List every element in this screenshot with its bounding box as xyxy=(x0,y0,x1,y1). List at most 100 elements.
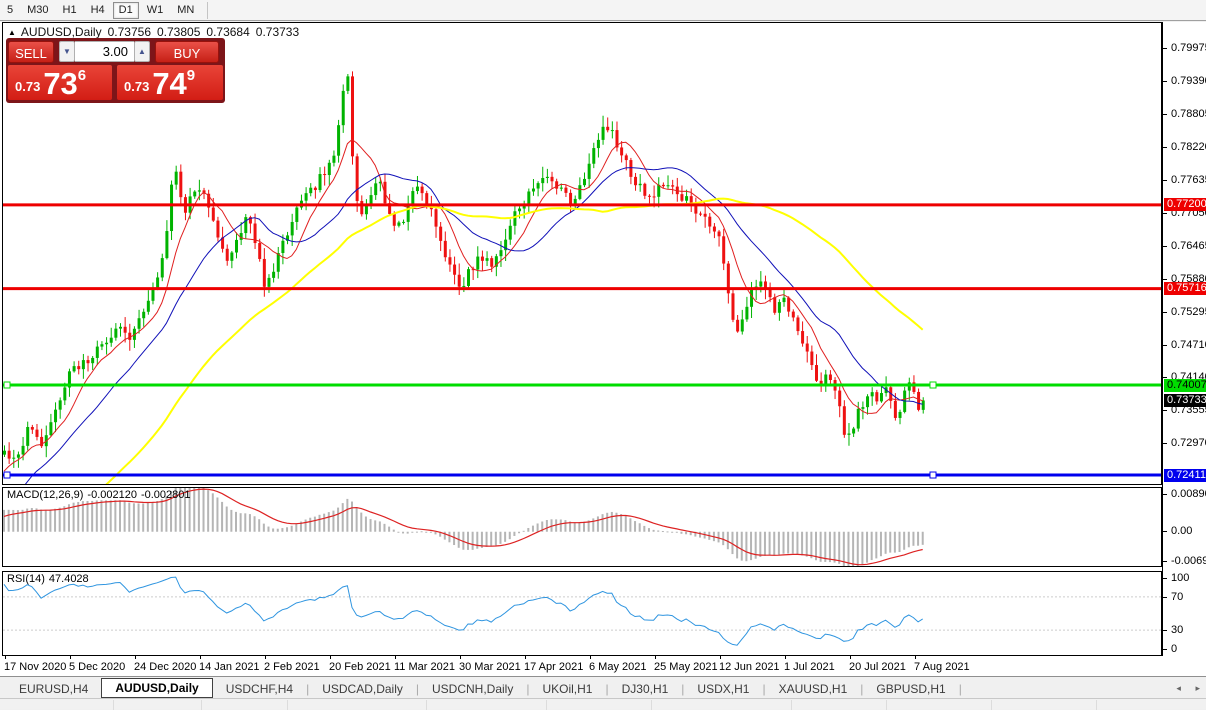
price-axis-label: 0.75295 xyxy=(1171,306,1206,318)
rsi-label: RSI(14) 47.4028 xyxy=(7,573,93,585)
tab-usdcnh-daily[interactable]: USDCNH,Daily xyxy=(419,680,526,698)
price-axis-label: 0.76465 xyxy=(1171,240,1206,252)
price-axis-label: 0.79975 xyxy=(1171,42,1206,54)
timeframe-button-mn[interactable]: MN xyxy=(171,2,200,19)
timeframe-toolbar: 5 M30 H1 H4 D1 W1 MN xyxy=(0,0,1206,21)
time-axis-tick xyxy=(655,656,656,659)
one-click-trading-panel: SELL ▼ ▲ BUY 0.73 73 6 0.73 74 9 xyxy=(6,38,225,103)
buy-price-tile[interactable]: 0.73 74 9 xyxy=(117,65,223,100)
time-axis-label: 14 Jan 2021 xyxy=(199,661,260,673)
volume-input[interactable] xyxy=(75,41,134,62)
tab-usdchf-h4[interactable]: USDCHF,H4 xyxy=(213,680,306,698)
time-axis-label: 6 May 2021 xyxy=(589,661,647,673)
macd-value-main: -0.002120 xyxy=(87,489,137,501)
tab-xauusd-h1[interactable]: XAUUSD,H1 xyxy=(766,680,861,698)
time-axis: 17 Nov 2020 5 Dec 2020 24 Dec 2020 14 Jan 2… xyxy=(0,656,1162,676)
timeframe-button-m30[interactable]: M30 xyxy=(21,2,54,19)
rsi-axis-label: 30 xyxy=(1171,624,1184,636)
price-axis-tick xyxy=(1163,377,1167,378)
timeframe-button-h1[interactable]: H1 xyxy=(57,2,83,19)
macd-value-signal: -0.002801 xyxy=(140,489,191,501)
chart-close-value: 0.73733 xyxy=(255,25,300,39)
macd-name: MACD(12,26,9) xyxy=(7,489,84,501)
sell-button[interactable]: SELL xyxy=(8,40,54,63)
volume-increase-button[interactable]: ▲ xyxy=(134,41,150,62)
time-axis-label: 25 May 2021 xyxy=(654,661,718,673)
time-axis-label: 12 Jun 2021 xyxy=(719,661,780,673)
time-axis-label: 30 Mar 2021 xyxy=(459,661,521,673)
price-axis-tick xyxy=(1163,114,1167,115)
timeframe-button-d1[interactable]: D1 xyxy=(112,1,139,19)
rsi-axis-tick xyxy=(1163,597,1167,598)
sell-price-prefix: 0.73 xyxy=(15,79,41,94)
time-axis-tick xyxy=(395,656,396,659)
timeframe-button-5[interactable]: 5 xyxy=(1,2,19,19)
time-axis-label: 20 Feb 2021 xyxy=(329,661,391,673)
macd-axis-label: 0.008903 xyxy=(1171,488,1206,500)
tab-scroll-buttons: ◂ ▸ xyxy=(1164,683,1200,694)
toolbar-separator xyxy=(207,1,209,19)
price-axis-label: 0.72970 xyxy=(1171,437,1206,449)
time-axis-tick xyxy=(70,656,71,659)
tab-eurusd-h4[interactable]: EURUSD,H4 xyxy=(6,680,101,698)
sell-price-tile[interactable]: 0.73 73 6 xyxy=(8,65,112,100)
time-axis-label: 24 Dec 2020 xyxy=(134,661,197,673)
time-axis-tick xyxy=(265,656,266,659)
status-bar xyxy=(0,698,1206,710)
time-axis-label: 5 Dec 2020 xyxy=(69,661,126,673)
price-level-badge: 0.77200 xyxy=(1164,198,1206,211)
one-click-collapse-icon[interactable]: ▲ xyxy=(8,28,16,37)
price-axis-tick xyxy=(1163,312,1167,313)
tab-scroll-left-icon[interactable]: ◂ xyxy=(1176,683,1181,693)
buy-price-pip: 9 xyxy=(186,67,196,84)
chart-open-value: 0.73756 xyxy=(107,25,151,39)
price-axis-tick xyxy=(1163,246,1167,247)
timeframe-button-h4[interactable]: H4 xyxy=(85,2,111,19)
rsi-axis-tick xyxy=(1163,578,1167,579)
price-axis-label: 0.77635 xyxy=(1171,174,1206,186)
tab-usdcad-daily[interactable]: USDCAD,Daily xyxy=(309,680,416,698)
time-axis-label: 17 Nov 2020 xyxy=(4,661,67,673)
rsi-axis-label: 0 xyxy=(1171,643,1178,655)
one-click-price-row: 0.73 73 6 0.73 74 9 xyxy=(8,65,223,100)
chart-high-value: 0.73805 xyxy=(157,25,201,39)
one-click-top-row: SELL ▼ ▲ BUY xyxy=(8,40,223,63)
timeframe-buttons: 5 M30 H1 H4 D1 W1 MN xyxy=(0,1,201,19)
time-axis-tick xyxy=(200,656,201,659)
macd-axis-tick xyxy=(1163,531,1167,532)
price-axis-tick xyxy=(1163,147,1167,148)
chart-tabs: EURUSD,H4 AUDUSD,Daily USDCHF,H4 | USDCAD,Da… xyxy=(6,678,962,698)
chart-tab-bar: EURUSD,H4 AUDUSD,Daily USDCHF,H4 | USDCAD,Da… xyxy=(0,676,1206,698)
time-axis-label: 17 Apr 2021 xyxy=(524,661,584,673)
rsi-axis-label: 100 xyxy=(1171,572,1190,584)
buy-button[interactable]: BUY xyxy=(155,40,219,63)
price-axis-tick xyxy=(1163,48,1167,49)
buy-price-big: 74 xyxy=(152,66,187,101)
macd-axis-label: -0.00697 xyxy=(1171,555,1206,567)
price-axis-tick xyxy=(1163,443,1167,444)
chart-title: ▲ AUDUSD,Daily 0.73756 0.73805 0.73684 0… xyxy=(8,25,299,39)
rsi-pane xyxy=(2,571,1162,656)
price-level-badge: 0.72411 xyxy=(1164,469,1206,482)
price-axis-tick xyxy=(1163,410,1167,411)
tab-separator: | xyxy=(958,682,962,696)
time-axis-label: 2 Feb 2021 xyxy=(264,661,320,673)
tab-dj30-h1[interactable]: DJ30,H1 xyxy=(609,680,682,698)
chart-symbol-label: AUDUSD,Daily xyxy=(20,25,102,39)
tab-scroll-right-icon[interactable]: ▸ xyxy=(1195,683,1200,693)
price-axis-label: 0.74710 xyxy=(1171,339,1206,351)
volume-decrease-button[interactable]: ▼ xyxy=(59,41,75,62)
time-axis-tick xyxy=(590,656,591,659)
price-axis: 0.799750.793900.788050.782200.776350.770… xyxy=(1162,22,1206,656)
chart-area: ▲ AUDUSD,Daily 0.73756 0.73805 0.73684 0… xyxy=(0,22,1206,676)
rsi-axis-tick xyxy=(1163,630,1167,631)
time-axis-label: 7 Aug 2021 xyxy=(914,661,970,673)
rsi-canvas[interactable] xyxy=(3,572,1161,655)
tab-audusd-daily[interactable]: AUDUSD,Daily xyxy=(101,678,213,698)
timeframe-button-w1[interactable]: W1 xyxy=(141,2,170,19)
price-axis-tick xyxy=(1163,279,1167,280)
tab-gbpusd-h1[interactable]: GBPUSD,H1 xyxy=(863,680,958,698)
time-axis-tick xyxy=(850,656,851,659)
tab-ukoil-h1[interactable]: UKOil,H1 xyxy=(529,680,605,698)
tab-usdx-h1[interactable]: USDX,H1 xyxy=(684,680,762,698)
